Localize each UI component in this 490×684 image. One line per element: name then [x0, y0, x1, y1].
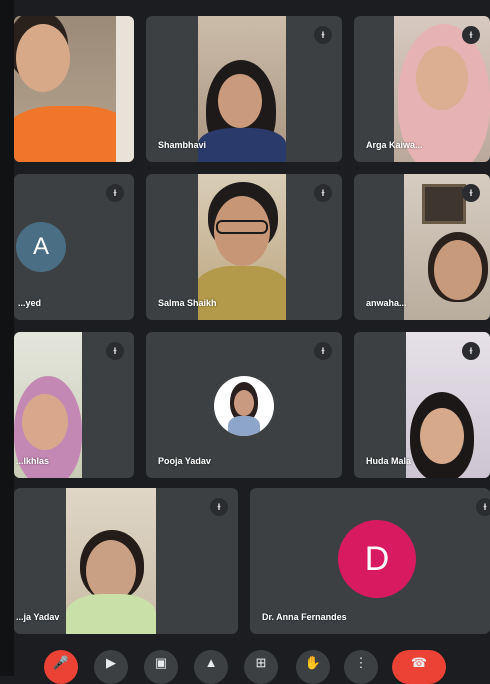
- participant-tile[interactable]: ɫ: [14, 16, 134, 162]
- participant-tile[interactable]: ɫ Pooja Yadav: [146, 332, 342, 478]
- participant-video: [198, 16, 286, 162]
- participant-tile[interactable]: D ɫ Dr. Anna Fernandes: [250, 488, 490, 634]
- participant-name: Dr. Anna Fernandes: [262, 612, 347, 622]
- participant-tile[interactable]: ɫ Shambhavi: [146, 16, 342, 162]
- participant-name: Shambhavi: [158, 140, 207, 150]
- reactions-icon[interactable]: ✋: [296, 650, 330, 684]
- participant-name: ...Ikhlas: [16, 456, 50, 466]
- participant-name: anwaha...: [366, 298, 407, 308]
- call-controls-toolbar: 🎤 ▶ ▣ ▲ ⊞ ✋ ⋮ ☎: [0, 648, 490, 684]
- participant-tile[interactable]: ɫ ...ja Yadav: [14, 488, 238, 634]
- mic-muted-icon: ɫ: [314, 26, 332, 44]
- more-options-icon[interactable]: ⋮: [344, 650, 378, 684]
- participant-tile[interactable]: ɫ ...Ikhlas: [14, 332, 134, 478]
- participant-avatar: A: [16, 222, 66, 272]
- mic-muted-icon: ɫ: [314, 342, 332, 360]
- mic-muted-icon: ɫ: [210, 498, 228, 516]
- mic-muted-icon: ɫ: [462, 26, 480, 44]
- participant-name: ...ja Yadav: [16, 612, 60, 622]
- mic-off-icon[interactable]: 🎤: [44, 650, 78, 684]
- mic-muted-icon: ɫ: [462, 342, 480, 360]
- participant-tile[interactable]: ɫ anwaha...: [354, 174, 490, 320]
- participant-tile[interactable]: ɫ Huda Mala: [354, 332, 490, 478]
- participant-avatar: [214, 376, 274, 436]
- mic-muted-icon: ɫ: [476, 498, 490, 516]
- participant-tile[interactable]: ɫ Arga Kaiwa...: [354, 16, 490, 162]
- raise-hand-icon[interactable]: ▲: [194, 650, 228, 684]
- participant-video: [66, 488, 156, 634]
- mic-muted-icon: ɫ: [106, 342, 124, 360]
- participant-name: Pooja Yadav: [158, 456, 211, 466]
- mic-muted-icon: ɫ: [314, 184, 332, 202]
- end-call-icon[interactable]: ☎: [392, 650, 446, 684]
- participant-tile[interactable]: A ɫ ...yed: [14, 174, 134, 320]
- participant-name: Salma Shaikh: [158, 298, 217, 308]
- left-edge: [0, 0, 14, 676]
- participant-name: ...yed: [18, 298, 42, 308]
- mic-muted-icon: ɫ: [462, 184, 480, 202]
- present-icon[interactable]: ⊞: [244, 650, 278, 684]
- mic-muted-icon: ɫ: [106, 184, 124, 202]
- participant-name: Huda Mala: [366, 456, 412, 466]
- participant-name: Arga Kaiwa...: [366, 140, 423, 150]
- participant-tile[interactable]: ɫ Salma Shaikh: [146, 174, 342, 320]
- camera-icon[interactable]: ▶: [94, 650, 128, 684]
- captions-icon[interactable]: ▣: [144, 650, 178, 684]
- participant-avatar: D: [338, 520, 416, 598]
